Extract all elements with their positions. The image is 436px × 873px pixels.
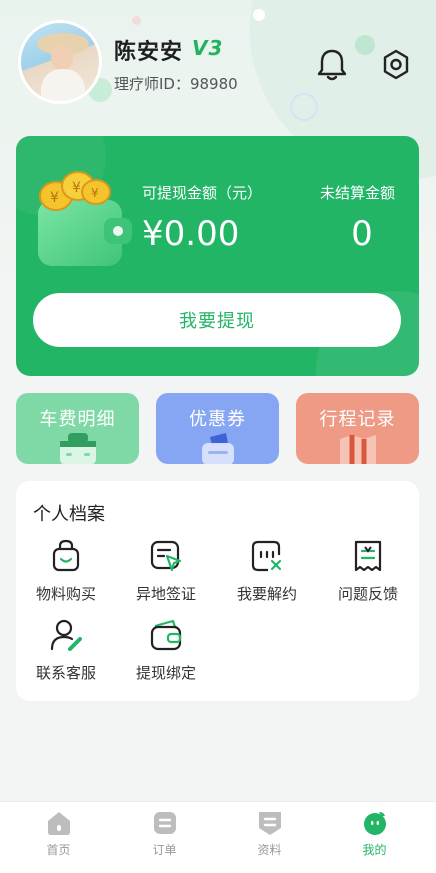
- grid-item-label: 联系客服: [35, 664, 96, 682]
- order-icon: [154, 812, 176, 834]
- grid-item-withdraw-binding[interactable]: 提现绑定: [116, 618, 216, 688]
- nav-item-home[interactable]: 首页: [4, 802, 113, 873]
- unsettled-amount: 0: [351, 214, 373, 254]
- decor-ring: [290, 93, 318, 121]
- grid-item-remote-visa[interactable]: 异地签证: [116, 539, 216, 609]
- quick-card-label: 行程记录: [319, 409, 396, 430]
- grid-item-label: 异地签证: [135, 585, 196, 603]
- grid-item-customer-service[interactable]: 联系客服: [16, 618, 116, 688]
- nav-label: 订单: [152, 843, 177, 857]
- bottom-navigation: 首页 订单 资料 我的: [0, 801, 436, 873]
- quick-card-coupons[interactable]: 优惠券: [156, 393, 279, 464]
- quick-card-label: 优惠券: [189, 409, 246, 430]
- decor-dot: [132, 16, 141, 25]
- grid-item-material-purchase[interactable]: 物料购买: [16, 539, 116, 609]
- available-amount-label: 可提现金额（元）: [142, 184, 263, 202]
- grid-item-label: 提现绑定: [135, 664, 196, 682]
- customer-service-icon: [50, 619, 82, 651]
- svg-text:¥: ¥: [72, 180, 81, 196]
- wallet-coins-icon: ¥ ¥ ¥: [38, 171, 132, 266]
- shopping-bag-icon: [52, 539, 80, 572]
- nav-label: 我的: [362, 843, 387, 857]
- coupon-icon: [202, 433, 234, 464]
- itinerary-icon: [340, 435, 376, 464]
- wallet-bind-icon: [150, 619, 182, 651]
- user-name: 陈安安: [114, 40, 184, 65]
- profile-section: 个人档案 物料购买 异地签证 我要解约 问题反馈 联系客服 提现绑定: [16, 481, 419, 701]
- sign-pointer-icon: [150, 540, 182, 572]
- quick-card-fare-details[interactable]: 车费明细: [16, 393, 139, 464]
- nav-item-materials[interactable]: 资料: [215, 802, 324, 873]
- nav-label: 资料: [257, 843, 282, 857]
- quick-card-itinerary[interactable]: 行程记录: [296, 393, 419, 464]
- grid-item-label: 问题反馈: [337, 585, 398, 603]
- nav-label: 首页: [46, 843, 71, 857]
- svg-text:¥: ¥: [91, 186, 99, 200]
- available-amount: ¥0.00: [142, 214, 240, 254]
- quick-card-label: 车费明细: [39, 409, 116, 430]
- grid-item-label: 物料购买: [35, 585, 96, 603]
- home-icon: [48, 812, 70, 835]
- decor-dot: [355, 35, 375, 55]
- car-icon: [60, 433, 96, 464]
- grid-item-label: 我要解约: [236, 585, 297, 603]
- nav-item-mine[interactable]: 我的: [320, 802, 429, 873]
- settings-icon[interactable]: [379, 46, 413, 84]
- unsettled-amount-label: 未结算金额: [320, 184, 396, 202]
- withdraw-button[interactable]: 我要提现: [33, 293, 401, 347]
- vip-badge: V3: [192, 36, 224, 60]
- therapist-id: 理疗师ID：98980: [114, 75, 238, 93]
- bell-icon[interactable]: [315, 46, 349, 84]
- grid-item-terminate-contract[interactable]: 我要解约: [217, 539, 317, 609]
- decor-dot: [253, 9, 265, 21]
- wallet-card: ¥ ¥ ¥ 可提现金额（元） ¥0.00 未结算金额 0 我要提现: [16, 136, 419, 376]
- profile-doc-icon: [259, 812, 281, 835]
- nav-item-orders[interactable]: 订单: [110, 802, 219, 873]
- feedback-receipt-icon: [354, 540, 382, 572]
- profile-section-title: 个人档案: [33, 504, 105, 525]
- avatar[interactable]: [18, 20, 102, 104]
- grid-item-feedback[interactable]: 问题反馈: [318, 539, 418, 609]
- mine-icon: [364, 812, 386, 835]
- svg-text:¥: ¥: [50, 190, 59, 206]
- terminate-icon: [251, 540, 282, 572]
